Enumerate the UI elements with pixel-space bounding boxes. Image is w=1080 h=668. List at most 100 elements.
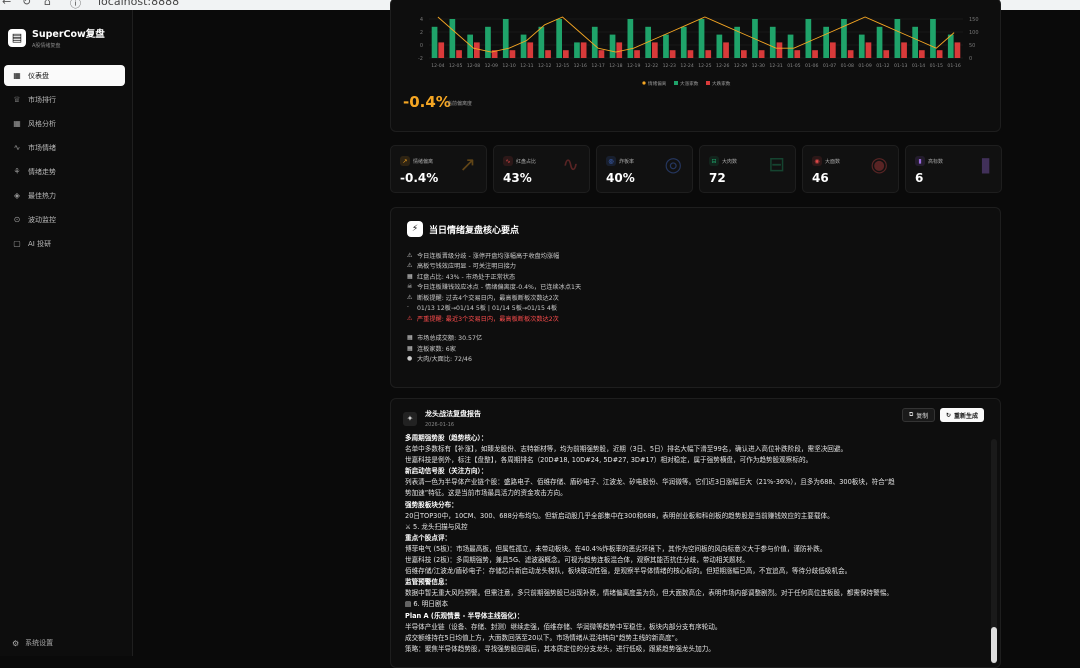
report-line: 博菲电气 (5板)：市场最高板，但属性孤立，未带动板块。在40.4%炸板率的恶劣… <box>405 544 827 553</box>
report-line: 重点个股点评： <box>405 533 452 542</box>
x-tick-label: 01-09 <box>858 63 871 69</box>
summary-item: · 01/13 12板→01/14 5板 | 01/14 5板→01/15 4板 <box>407 303 987 314</box>
x-tick-label: 01-13 <box>894 63 907 69</box>
summary-bullet-icon: ▦ <box>407 334 413 342</box>
bar-up <box>787 34 794 58</box>
bar-down <box>474 42 480 58</box>
sidebar-item-7[interactable]: ▢ AI 投研 <box>4 233 125 254</box>
summary-text: 断板提醒: 过去4个交易日内，最高板断板次数达2次 <box>417 294 559 302</box>
nav-icon: ⚘ <box>13 167 21 176</box>
bar-up <box>591 26 598 58</box>
report-scrollbar[interactable] <box>991 439 997 664</box>
legend-label: 大跌家数 <box>712 80 731 87</box>
bar-up <box>574 42 580 58</box>
summary-text: 今日连板晋级分歧 - 涨停开盘均涨幅高于收盘均涨幅 <box>417 252 560 260</box>
nav-icon: ▦ <box>13 71 21 80</box>
sidebar-item-3[interactable]: ∿ 市场情绪 <box>4 137 125 158</box>
stat-card: ◎ 炸板率 40% ◎ <box>596 145 693 193</box>
x-tick-label: 12-12 <box>538 63 551 69</box>
report-body[interactable]: 多周期强势股（趋势核心）： 名单中多数标有【补涨】，如臻龙股份、志特新材等，均为前… <box>405 433 987 665</box>
report-line: ▤ 6. 明日剧本 <box>405 600 449 609</box>
bar-up <box>841 19 847 58</box>
x-tick-label: 12-09 <box>485 63 498 69</box>
bar-up <box>502 19 509 58</box>
bar-down <box>509 50 516 58</box>
stat-bg-icon: ↗ <box>459 152 476 176</box>
legend-marker <box>706 81 710 85</box>
stat-card: ↗ 情绪偏离 -0.4% ↗ <box>390 145 487 193</box>
stat-value: 72 <box>709 171 726 185</box>
stat-label: 高标数 <box>928 159 944 165</box>
nav-icon: ♕ <box>13 95 21 104</box>
refresh-icon[interactable]: ↻ <box>22 0 31 8</box>
report-line: 半导体产业链（设备、存储、封测）继续走强，佰维存储、华润微等趋势中军稳住，板块内… <box>405 622 722 631</box>
bar-down <box>936 50 943 58</box>
report-title: 龙头战法复盘报告 <box>425 410 481 418</box>
bar-down <box>563 50 569 58</box>
summary-bullet-icon: ⚠ <box>407 262 413 270</box>
logo-icon: ▤ <box>8 28 26 47</box>
bar-down <box>456 50 462 58</box>
stat-cards: ↗ 情绪偏离 -0.4% ↗ ∿ 红盘占比 43% ∿ ◎ 炸板率 40% ◎ ⊟ 大肉数 72 ⊟ ◉ 大面数 4… <box>390 145 1002 195</box>
bar-down <box>580 42 587 58</box>
x-tick-label: 01-15 <box>930 63 943 69</box>
sidebar-item-2[interactable]: ▦ 风格分析 <box>4 113 125 134</box>
x-tick-label: 01-06 <box>805 63 818 69</box>
bar-up <box>823 26 829 58</box>
legend-label: 大涨家数 <box>680 80 699 87</box>
nav-icon: ◈ <box>13 191 21 200</box>
nav-icon: ▦ <box>13 119 21 128</box>
bar-up <box>627 19 634 58</box>
home-icon[interactable]: ⌂ <box>44 0 51 8</box>
deviation-value: -0.4% <box>403 93 451 111</box>
x-tick-label: 12-18 <box>609 63 622 69</box>
bar-down <box>954 42 961 58</box>
sidebar-item-6[interactable]: ⊙ 波动监控 <box>4 209 125 230</box>
bar-down <box>919 50 925 58</box>
back-icon[interactable]: ← <box>2 0 11 8</box>
main-content: 4 2 0 -2 150 100 50 0 12-04 12-05 12-08 12-09 12-10 1… <box>133 0 1080 668</box>
report-card: ✦ 龙头战法复盘报告 2026-01-16 ⧉ 复制 ↻ 重新生成 多周期强势股（趋… <box>390 398 1001 668</box>
summary-text: 红盘占比: 43% - 市场处于正常状态 <box>417 273 516 281</box>
stat-value: -0.4% <box>400 171 439 185</box>
sidebar-item-settings[interactable]: ⚙ 系统设置 <box>12 638 53 648</box>
sidebar-item-0[interactable]: ▦ 仪表盘 <box>4 65 125 86</box>
bar-down <box>794 50 801 58</box>
stat-card: ◉ 大面数 46 ◉ <box>802 145 899 193</box>
bar-down <box>723 42 729 58</box>
nav-label: 风格分析 <box>28 119 56 128</box>
scroll-thumb[interactable] <box>991 627 997 663</box>
brand-name: SuperCow复盘 <box>32 29 105 40</box>
settings-label: 系统设置 <box>25 639 54 647</box>
summary-bullet-icon: ● <box>407 355 413 363</box>
nav-label: 情绪走势 <box>28 167 56 176</box>
stat-icon: ▮ <box>915 156 925 166</box>
nav-label: 波动监控 <box>28 215 56 224</box>
stat-bg-icon: ◉ <box>870 152 888 176</box>
summary-text: 高板亏钱效应明显 - 可关注明日接力 <box>417 263 516 271</box>
bar-down <box>545 50 551 58</box>
info-icon[interactable]: ⓘ <box>70 0 81 10</box>
report-line: 势加速”特征。这是当前市场最具活力的资金攻击方向。 <box>405 489 567 498</box>
x-tick-label: 01-14 <box>912 63 925 69</box>
x-tick-label: 12-17 <box>591 63 604 69</box>
regenerate-button[interactable]: ↻ 重新生成 <box>940 408 985 422</box>
bar-up <box>663 34 669 58</box>
stat-icon: ∿ <box>503 156 513 166</box>
x-tick-label: 12-31 <box>769 63 782 69</box>
brand-sub: A股情绪复盘 <box>32 43 61 49</box>
sidebar-item-1[interactable]: ♕ 市场排行 <box>4 89 125 110</box>
bar-up <box>912 26 918 58</box>
sidebar-item-4[interactable]: ⚘ 情绪走势 <box>4 161 125 182</box>
x-tick-label: 12-24 <box>680 63 693 69</box>
copy-button[interactable]: ⧉ 复制 <box>902 408 936 422</box>
bar-down <box>687 50 694 58</box>
sidebar: ▤ SuperCow复盘 A股情绪复盘 ▦ 仪表盘 ♕ 市场排行 ▦ 风格分析 ∿ 市场情绪 ⚘… <box>0 10 133 656</box>
y-tick-left: -2 <box>418 56 423 62</box>
sidebar-item-5[interactable]: ◈ 最佳热力 <box>4 185 125 206</box>
bar-down <box>830 42 836 58</box>
bar-up <box>716 34 723 58</box>
summary-bullet-icon: ⚠ <box>407 251 413 259</box>
summary-bullet-icon: ⚠ <box>407 314 413 322</box>
address-bar[interactable]: localhost:8888 <box>98 0 179 8</box>
